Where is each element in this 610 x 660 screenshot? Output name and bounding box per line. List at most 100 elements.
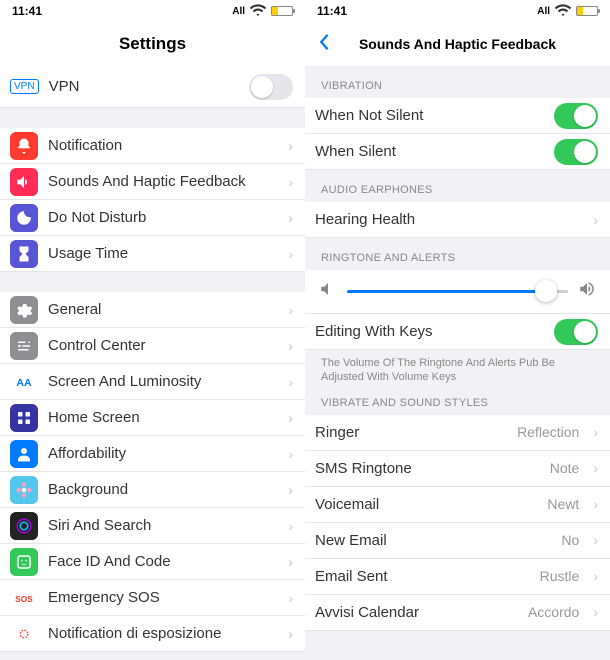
section-ringtone: RINGTONE AND ALERTS: [305, 238, 610, 270]
vpn-row[interactable]: VPN VPN: [0, 66, 305, 108]
row-label: Siri And Search: [48, 517, 274, 534]
row-label: New Email: [315, 532, 551, 549]
when-not-silent-toggle[interactable]: [554, 103, 598, 129]
aa-icon: AA: [10, 368, 38, 396]
row-detail: Note: [550, 460, 580, 476]
row-label: SMS Ringtone: [315, 460, 540, 477]
row-label: Face ID And Code: [48, 553, 274, 570]
sliders-icon: [10, 332, 38, 360]
settings-row-general[interactable]: General ›: [0, 292, 305, 328]
grid-icon: [10, 404, 38, 432]
header-right: Sounds And Haptic Feedback: [305, 22, 610, 66]
chevron-icon: ›: [288, 518, 293, 534]
row-label: Sounds And Haptic Feedback: [48, 173, 274, 190]
volume-slider-row[interactable]: [305, 270, 610, 314]
siri-icon: [10, 512, 38, 540]
status-carrier: All: [537, 6, 550, 17]
vpn-toggle[interactable]: [249, 74, 293, 100]
row-label: Home Screen: [48, 409, 274, 426]
settings-row-screen-and-luminosity[interactable]: AA Screen And Luminosity ›: [0, 364, 305, 400]
bell-icon: [10, 132, 38, 160]
chevron-icon: ›: [288, 554, 293, 570]
row-label: Voicemail: [315, 496, 537, 513]
row-detail: Rustle: [540, 568, 580, 584]
chevron-icon: ›: [593, 532, 598, 548]
status-bar: 11:41 All: [0, 0, 305, 22]
settings-row-usage-time[interactable]: Usage Time ›: [0, 236, 305, 272]
settings-row-notification[interactable]: Notification›: [0, 128, 305, 164]
style-row-new-email[interactable]: New EmailNo›: [305, 523, 610, 559]
style-row-avvisi-calendar[interactable]: Avvisi CalendarAccordo›: [305, 595, 610, 631]
style-row-sms-ringtone[interactable]: SMS Ringtone Note ›: [305, 451, 610, 487]
row-label: Notification di esposizione: [48, 625, 274, 642]
chevron-icon: ›: [288, 246, 293, 262]
chevron-icon: ›: [288, 374, 293, 390]
speaker-icon: [10, 168, 38, 196]
editing-keys-row[interactable]: Editing With Keys: [305, 314, 610, 350]
chevron-icon: ›: [288, 410, 293, 426]
row-label: Do Not Disturb: [48, 209, 274, 226]
battery-icon: [576, 6, 598, 16]
chevron-icon: ›: [593, 424, 598, 440]
settings-row-notification-di-esposizione[interactable]: Notification di esposizione›: [0, 616, 305, 652]
styles-list: RingerReflection›SMS RingtoneNote›Voicem…: [305, 415, 610, 631]
chevron-icon: ›: [288, 210, 293, 226]
row-label: General: [48, 301, 274, 318]
chevron-icon: ›: [288, 590, 293, 606]
vpn-text: VPN: [49, 78, 239, 95]
chevron-icon: ›: [593, 568, 598, 584]
chevron-icon: ›: [593, 460, 598, 476]
vpn-badge: VPN: [10, 79, 39, 94]
when-silent-row[interactable]: When Silent: [305, 134, 610, 170]
svg-text:AA: AA: [16, 376, 32, 388]
chevron-icon: ›: [288, 446, 293, 462]
row-label: Emergency SOS: [48, 589, 274, 606]
section-audio: AUDIO EARPHONES: [305, 170, 610, 202]
settings-row-sounds-and-haptic-feedback[interactable]: Sounds And Haptic Feedback ›: [0, 164, 305, 200]
status-right: All: [537, 1, 598, 22]
row-label: When Not Silent: [315, 107, 544, 124]
page-title: Sounds And Haptic Feedback: [359, 36, 556, 52]
when-not-silent-row[interactable]: When Not Silent: [305, 98, 610, 134]
speaker-low-icon: [319, 280, 337, 303]
when-silent-toggle[interactable]: [554, 139, 598, 165]
chevron-icon: ›: [288, 302, 293, 318]
status-right: All: [232, 1, 293, 22]
chevron-icon: ›: [593, 212, 598, 228]
settings-row-face-id-and-code[interactable]: Face ID And Code ›: [0, 544, 305, 580]
gear-icon: [10, 296, 38, 324]
hearing-health-row[interactable]: Hearing Health ›: [305, 202, 610, 238]
volume-slider[interactable]: [347, 290, 568, 293]
settings-row-emergency-sos[interactable]: SOSEmergency SOS›: [0, 580, 305, 616]
settings-row-siri-and-search[interactable]: Siri And Search ›: [0, 508, 305, 544]
settings-row-control-center[interactable]: Control Center›: [0, 328, 305, 364]
row-label: Hearing Health: [315, 211, 579, 228]
editing-keys-toggle[interactable]: [554, 319, 598, 345]
settings-row-do-not-disturb[interactable]: Do Not Disturb ›: [0, 200, 305, 236]
status-bar: 11:41 All: [305, 0, 610, 22]
settings-row-home-screen[interactable]: Home Screen ›: [0, 400, 305, 436]
row-label: Control Center: [48, 337, 274, 354]
chevron-icon: ›: [288, 138, 293, 154]
chevron-icon: ›: [593, 496, 598, 512]
wifi-icon: [249, 1, 267, 22]
style-row-ringer[interactable]: RingerReflection›: [305, 415, 610, 451]
chevron-icon: ›: [288, 174, 293, 190]
settings-row-background[interactable]: Background›: [0, 472, 305, 508]
face-icon: [10, 548, 38, 576]
settings-screen: 11:41 All Settings VPN VPN Notification›…: [0, 0, 305, 660]
style-row-voicemail[interactable]: VoicemailNewt›: [305, 487, 610, 523]
chevron-icon: ›: [593, 604, 598, 620]
row-label: Usage Time: [48, 245, 274, 262]
person-icon: [10, 440, 38, 468]
hourglass-icon: [10, 240, 38, 268]
settings-group-2: General›Control Center›AAScreen And Lumi…: [0, 292, 305, 652]
settings-row-affordability[interactable]: Affordability›: [0, 436, 305, 472]
row-label: Screen And Luminosity: [48, 373, 274, 390]
section-vibration: VIBRATION: [305, 66, 610, 98]
speaker-high-icon: [578, 280, 596, 303]
back-button[interactable]: [315, 31, 333, 57]
row-label: Background: [48, 481, 274, 498]
row-label: Editing With Keys: [315, 323, 544, 340]
style-row-email-sent[interactable]: Email SentRustle›: [305, 559, 610, 595]
